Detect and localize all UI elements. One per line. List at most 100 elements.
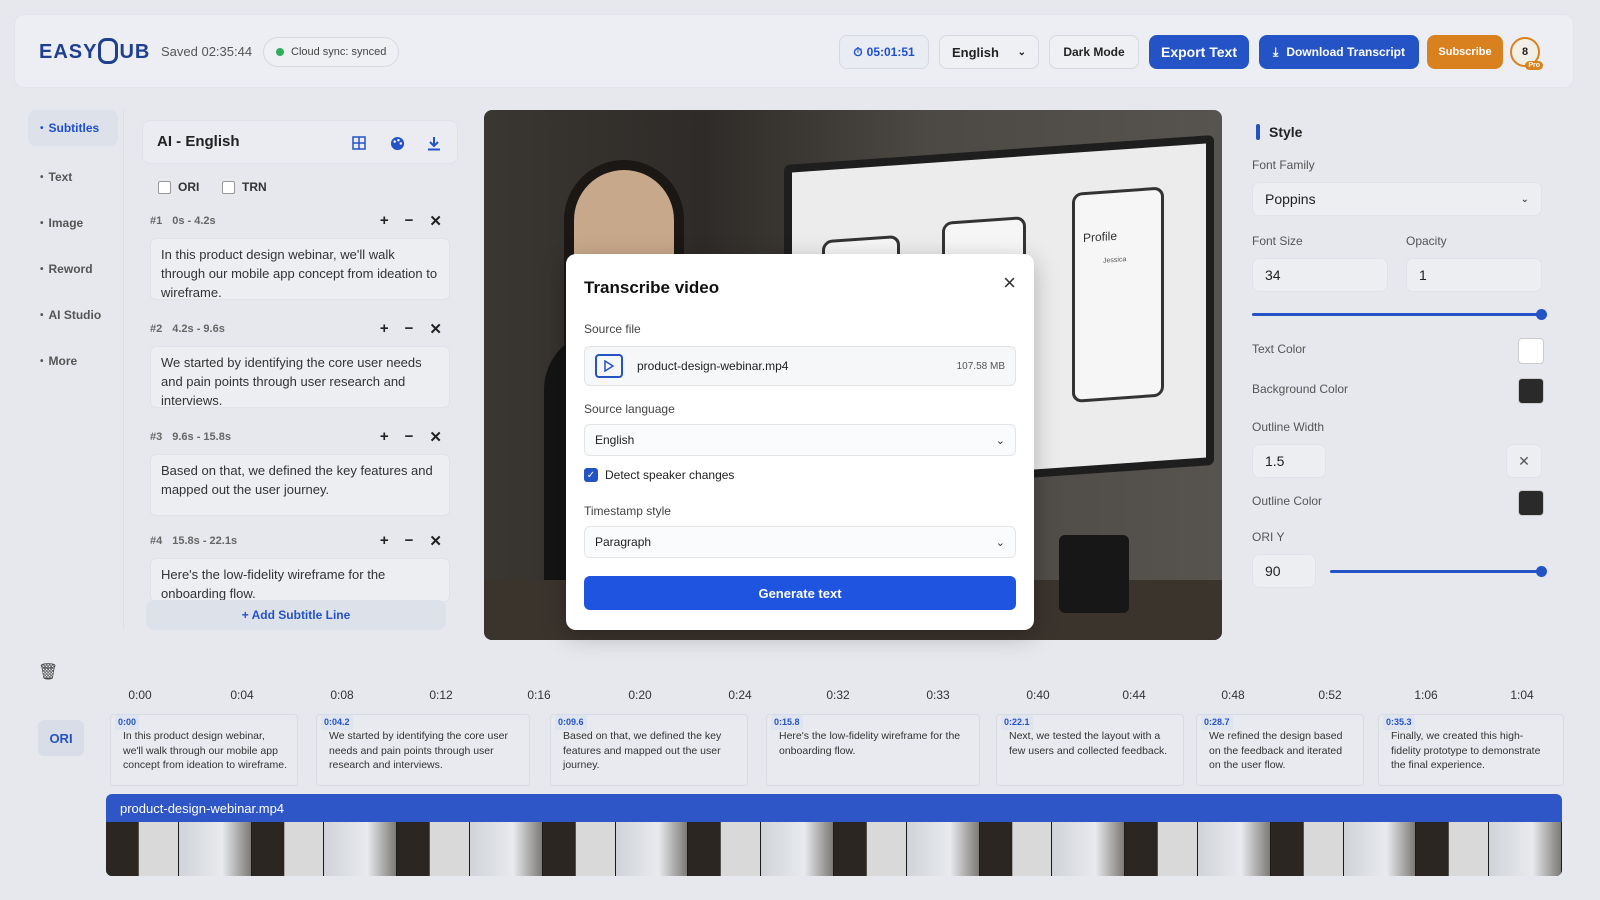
nav-item-image[interactable]: Image	[28, 200, 123, 246]
background-color-swatch[interactable]	[1518, 378, 1544, 404]
text-color-swatch[interactable]	[1518, 338, 1544, 364]
time-tick: 0:48	[1221, 688, 1245, 702]
source-file-field[interactable]: product-design-webinar.mp4 107.58 MB	[584, 346, 1016, 386]
opacity-input[interactable]: 1	[1406, 258, 1542, 292]
add-subtitle-line-button[interactable]: + Add Subtitle Line	[146, 600, 446, 630]
subtitle-panel: AI - English ORI TRN #1 0s - 4.2s + − ✕ In …	[142, 110, 458, 640]
nav-item-text[interactable]: Text	[28, 154, 123, 200]
trn-checkbox[interactable]: TRN	[222, 180, 267, 194]
block-text: Finally, we created this high-fidelity p…	[1391, 730, 1541, 771]
subtitle-block[interactable]: 0:00 In this product design webinar, we'l…	[110, 714, 298, 786]
ori-y-input[interactable]: 90	[1252, 554, 1316, 588]
pro-badge: Pro	[1525, 61, 1543, 70]
clear-outline-icon[interactable]: ✕	[1506, 444, 1542, 478]
sync-label: Cloud sync: synced	[291, 46, 387, 58]
play-icon	[595, 354, 623, 378]
subtitle-panel-title: AI - English	[157, 133, 240, 150]
ori-track-button[interactable]: ORI	[38, 720, 84, 756]
block-text: We started by identifying the core user …	[329, 730, 508, 771]
video-thumbnails	[106, 822, 1562, 876]
time-tick: 0:00	[128, 688, 152, 702]
segment-range: 9.6s - 15.8s	[172, 431, 231, 443]
subscribe-button[interactable]: Subscribe	[1427, 35, 1503, 69]
nav-item-reword[interactable]: Reword	[28, 246, 123, 292]
subtitle-block[interactable]: 0:35.3 Finally, we created this high-fide…	[1378, 714, 1564, 786]
font-size-slider[interactable]	[1252, 309, 1547, 320]
segment-text[interactable]: Here's the low-fidelity wireframe for th…	[150, 558, 450, 602]
minus-icon[interactable]: −	[405, 532, 414, 550]
close-icon[interactable]: ✕	[429, 428, 442, 446]
time-tick: 1:04	[1510, 688, 1534, 702]
ori-y-slider[interactable]	[1330, 566, 1547, 577]
subtitle-block[interactable]: 0:15.8 Here's the low-fidelity wireframe …	[766, 714, 980, 786]
block-timestamp: 0:22.1	[1001, 715, 1033, 730]
close-icon[interactable]: ✕	[429, 532, 442, 550]
nav-item-more[interactable]: More	[28, 338, 123, 384]
segment-number: #2	[150, 323, 163, 335]
subtitle-block[interactable]: 0:22.1 Next, we tested the layout with a …	[996, 714, 1184, 786]
block-timestamp: 0:28.7	[1201, 715, 1233, 730]
video-frame-thumbnail	[178, 822, 252, 876]
segment-number: #1	[150, 215, 163, 227]
segment-text[interactable]: Based on that, we defined the key featur…	[150, 454, 450, 516]
block-timestamp: 0:00	[115, 715, 140, 730]
logo-text-left: EASY	[39, 40, 98, 63]
video-track[interactable]: product-design-webinar.mp4	[106, 794, 1562, 876]
close-icon[interactable]: ×	[1003, 272, 1016, 294]
mug	[1059, 535, 1129, 613]
timestamp-style-value: Paragraph	[595, 535, 652, 549]
timestamp-style-select[interactable]: Paragraph ⌄	[584, 526, 1016, 558]
ori-checkbox[interactable]: ORI	[158, 180, 199, 194]
plus-icon[interactable]: +	[380, 212, 389, 230]
subtitle-block[interactable]: 0:04.2 We started by identifying the core…	[316, 714, 530, 786]
language-select[interactable]: English ⌄	[939, 35, 1039, 69]
dark-mode-button[interactable]: Dark Mode	[1049, 35, 1139, 69]
palette-icon[interactable]	[383, 129, 411, 157]
block-timestamp: 0:04.2	[321, 715, 353, 730]
slider-knob[interactable]	[1536, 566, 1547, 577]
chevron-down-icon: ⌄	[1017, 46, 1026, 58]
segment-text[interactable]: We started by identifying the core user …	[150, 346, 450, 408]
segment-range: 4.2s - 9.6s	[172, 323, 225, 335]
subtitle-block[interactable]: 0:09.6 Based on that, we defined the key …	[550, 714, 748, 786]
nav-item-subtitles[interactable]: Subtitles	[28, 110, 118, 146]
source-language-label: Source language	[584, 402, 675, 416]
export-text-button[interactable]: Export Text	[1149, 35, 1249, 69]
outline-width-input[interactable]: 1.5	[1252, 444, 1326, 478]
download-transcript-button[interactable]: ⤓ Download Transcript	[1259, 35, 1419, 69]
subtitle-block[interactable]: 0:28.7 We refined the design based on the…	[1196, 714, 1364, 786]
logo-s-icon	[98, 38, 119, 64]
segment-text[interactable]: In this product design webinar, we'll wa…	[150, 238, 450, 300]
font-size-input[interactable]: 34	[1252, 258, 1388, 292]
font-family-select[interactable]: Poppins ⌄	[1252, 182, 1542, 216]
avatar[interactable]: 8 Pro	[1510, 37, 1543, 70]
video-frame-thumbnail	[1125, 822, 1198, 876]
subtitle-segment-3: #3 9.6s - 15.8s + − ✕ Based on that, we def…	[150, 426, 450, 516]
download-icon[interactable]	[420, 129, 448, 157]
minus-icon[interactable]: −	[405, 320, 414, 338]
detect-speaker-checkbox[interactable]: ✓ Detect speaker changes	[584, 468, 734, 482]
minus-icon[interactable]: −	[405, 428, 414, 446]
close-icon[interactable]: ✕	[429, 320, 442, 338]
video-frame-thumbnail	[251, 822, 325, 876]
trash-icon[interactable]: 🗑	[38, 662, 58, 682]
minus-icon[interactable]: −	[405, 212, 414, 230]
nav-item-ai-studio[interactable]: AI Studio	[28, 292, 123, 338]
generate-text-button[interactable]: Generate text	[584, 576, 1016, 610]
outline-color-swatch[interactable]	[1518, 490, 1544, 516]
logo: EASY UB	[39, 38, 150, 65]
plus-icon[interactable]: +	[380, 428, 389, 446]
font-size-label: Font Size	[1252, 234, 1303, 248]
close-icon[interactable]: ✕	[429, 212, 442, 230]
grid-icon[interactable]	[345, 129, 373, 157]
file-size: 107.58 MB	[956, 360, 1005, 372]
plus-icon[interactable]: +	[380, 320, 389, 338]
source-language-select[interactable]: English ⌄	[584, 424, 1016, 456]
video-frame-thumbnail	[1197, 822, 1271, 876]
plus-icon[interactable]: +	[380, 532, 389, 550]
profile-user-name: Jessica	[1103, 256, 1127, 265]
slider-knob[interactable]	[1536, 309, 1547, 320]
text-color-label: Text Color	[1252, 342, 1307, 356]
subtitle-segment-1: #1 0s - 4.2s + − ✕ In this product design w…	[150, 210, 450, 300]
time-tick: 1:06	[1414, 688, 1438, 702]
